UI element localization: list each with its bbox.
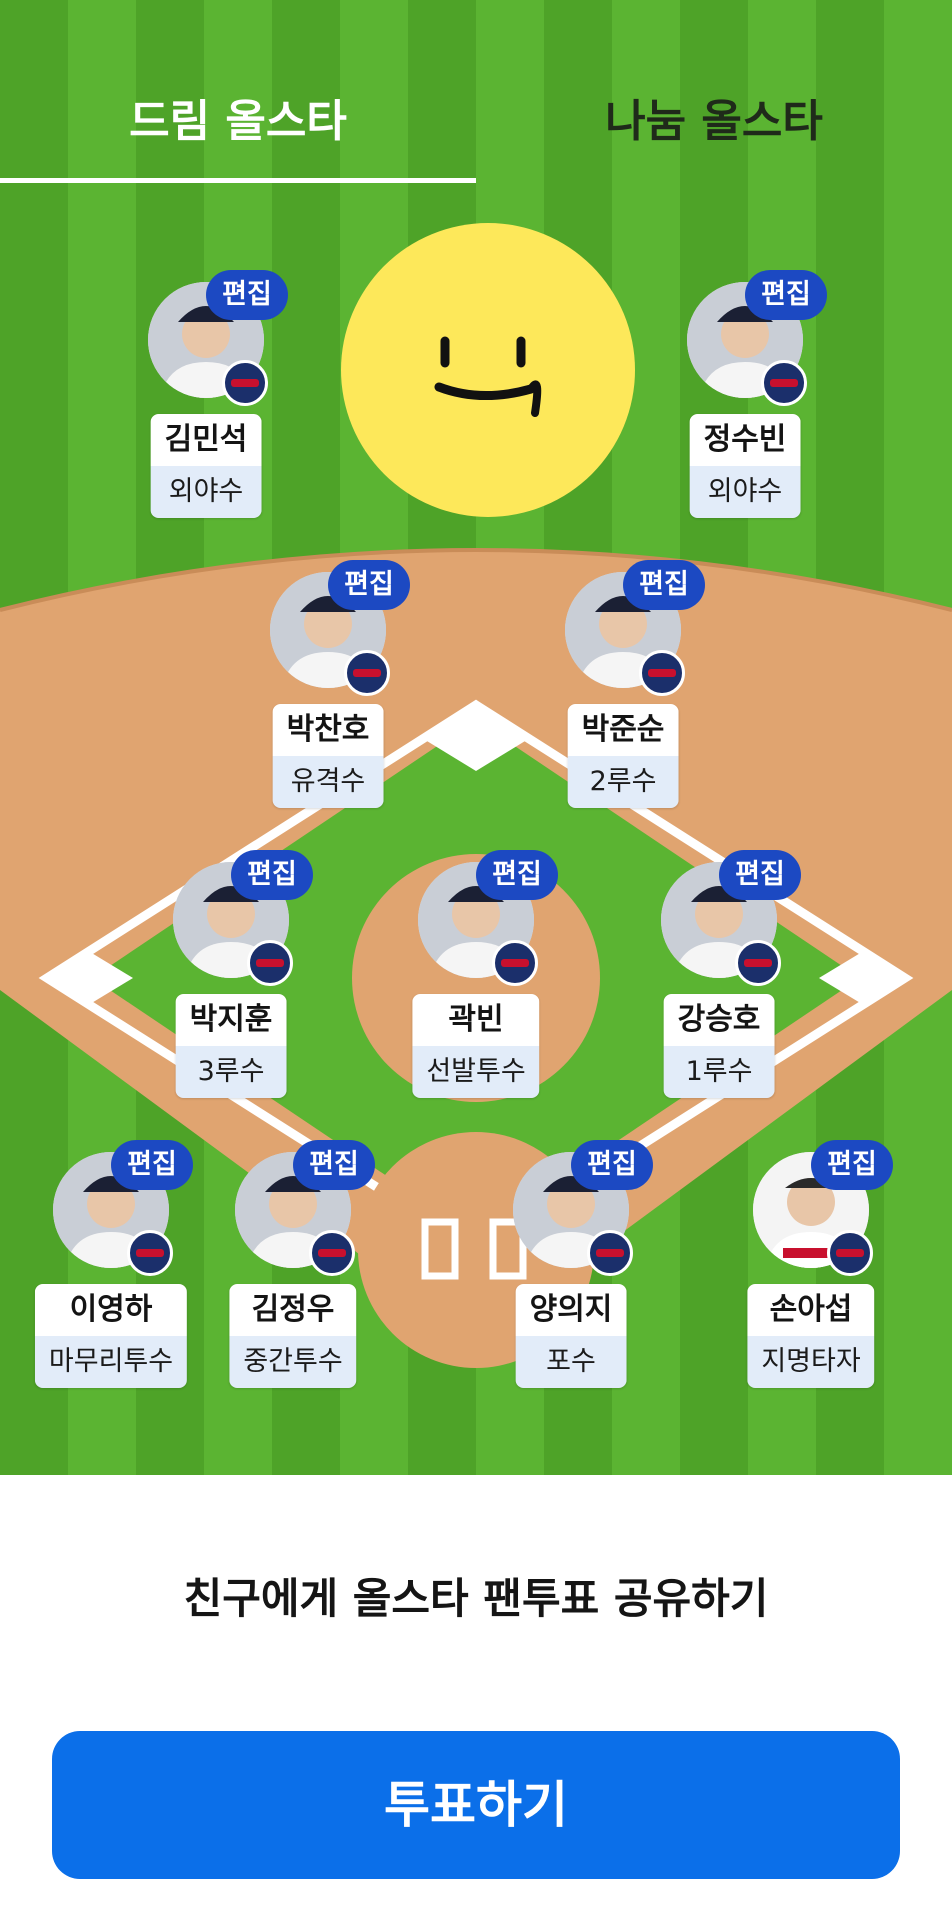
bears-logo-icon [127, 1230, 173, 1276]
player-position: 선발투수 [412, 1046, 540, 1098]
tab-bar: 드림 올스타 나눔 올스타 [0, 0, 952, 185]
bears-logo-icon [344, 650, 390, 696]
edit-button[interactable]: 편집 [476, 850, 558, 900]
player-namecard: 이영하 마무리투수 [34, 1284, 188, 1388]
player-name: 김정우 [229, 1284, 357, 1336]
edit-button[interactable]: 편집 [811, 1140, 893, 1190]
baseball-field: 드림 올스타 나눔 올스타 편집 김민석 외야수 편집 정수빈 외야수 편집 박… [0, 0, 952, 1475]
player-namecard: 김정우 중간투수 [229, 1284, 357, 1388]
bears-logo-icon [761, 360, 807, 406]
player-position: 지명타자 [747, 1336, 875, 1388]
player-name: 박준순 [567, 704, 679, 756]
vote-button[interactable]: 투표하기 [52, 1731, 900, 1879]
smiley-emoji-icon [341, 223, 635, 517]
bears-logo-icon [639, 650, 685, 696]
edit-button[interactable]: 편집 [206, 270, 288, 320]
edit-button[interactable]: 편집 [231, 850, 313, 900]
edit-button[interactable]: 편집 [111, 1140, 193, 1190]
tab-dream-allstar[interactable]: 드림 올스타 [0, 85, 476, 149]
edit-button[interactable]: 편집 [719, 850, 801, 900]
player-position: 2루수 [567, 756, 679, 808]
player-namecard: 강승호 1루수 [663, 994, 775, 1098]
bears-logo-icon [222, 360, 268, 406]
player-namecard: 박찬호 유격수 [272, 704, 384, 808]
bears-logo-icon [309, 1230, 355, 1276]
edit-button[interactable]: 편집 [745, 270, 827, 320]
tab-nanum-allstar[interactable]: 나눔 올스타 [476, 85, 952, 149]
player-position: 유격수 [272, 756, 384, 808]
bears-logo-icon [735, 940, 781, 986]
edit-button[interactable]: 편집 [571, 1140, 653, 1190]
player-namecard: 박지훈 3루수 [175, 994, 287, 1098]
player-name: 손아섭 [747, 1284, 875, 1336]
player-namecard: 양의지 포수 [515, 1284, 627, 1388]
player-namecard: 박준순 2루수 [567, 704, 679, 808]
player-position: 1루수 [663, 1046, 775, 1098]
player-name: 박지훈 [175, 994, 287, 1046]
player-name: 이영하 [34, 1284, 188, 1336]
player-position: 외야수 [689, 466, 801, 518]
share-link[interactable]: 친구에게 올스타 팬투표 공유하기 [0, 1565, 952, 1626]
player-position: 외야수 [150, 466, 262, 518]
player-namecard: 김민석 외야수 [150, 414, 262, 518]
player-namecard: 손아섭 지명타자 [747, 1284, 875, 1388]
active-tab-indicator [0, 178, 476, 183]
bears-logo-icon [587, 1230, 633, 1276]
edit-button[interactable]: 편집 [328, 560, 410, 610]
player-name: 곽빈 [412, 994, 540, 1046]
player-name: 박찬호 [272, 704, 384, 756]
edit-button[interactable]: 편집 [623, 560, 705, 610]
player-namecard: 정수빈 외야수 [689, 414, 801, 518]
player-name: 양의지 [515, 1284, 627, 1336]
bears-logo-icon [492, 940, 538, 986]
player-position: 포수 [515, 1336, 627, 1388]
player-position: 중간투수 [229, 1336, 357, 1388]
player-position: 3루수 [175, 1046, 287, 1098]
player-name: 정수빈 [689, 414, 801, 466]
player-name: 강승호 [663, 994, 775, 1046]
player-name: 김민석 [150, 414, 262, 466]
player-position: 마무리투수 [34, 1336, 188, 1388]
edit-button[interactable]: 편집 [293, 1140, 375, 1190]
bears-logo-icon [247, 940, 293, 986]
bears-logo-icon [827, 1230, 873, 1276]
player-namecard: 곽빈 선발투수 [412, 994, 540, 1098]
